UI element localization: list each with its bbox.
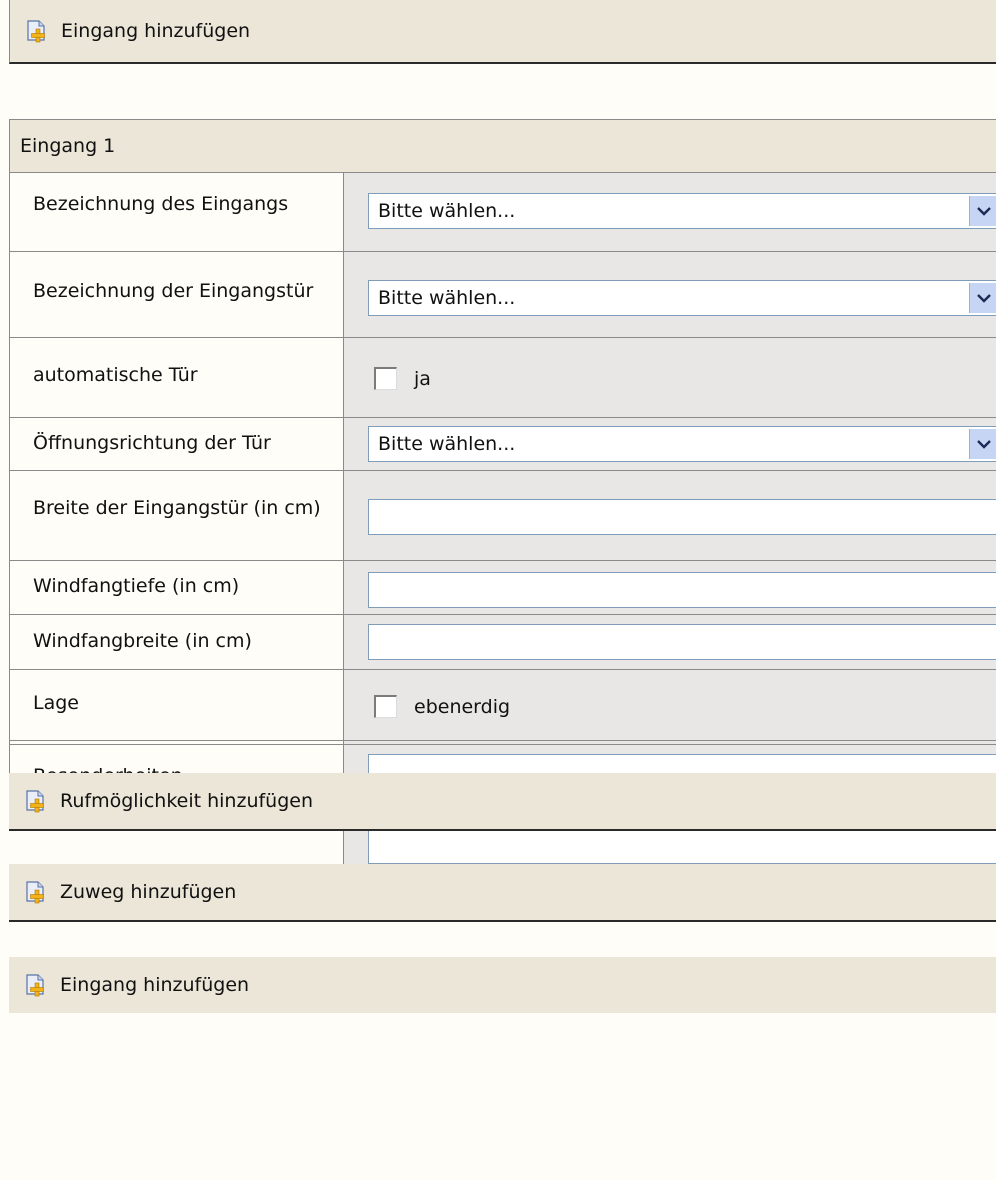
add-rufmoeglichkeit-label: Rufmöglichkeit hinzufügen [60, 789, 314, 812]
label-breite: Breite der Eingangstür (in cm) [10, 471, 344, 560]
label-oeffnungsrichtung: Öffnungsrichtung der Tür [10, 418, 344, 470]
add-document-icon [24, 789, 48, 813]
add-entrance-label: Eingang hinzufügen [60, 973, 250, 996]
row-windfangtiefe: Windfangtiefe (in cm) [10, 561, 996, 615]
checkbox-ebenerdig[interactable] [374, 695, 397, 718]
row-bezeichnung-tuer: Bezeichnung der Eingangstür Bitte wählen… [10, 252, 996, 338]
label-bezeichnung-eingang: Bezeichnung des Eingangs [10, 173, 344, 251]
row-lage: Lage ebenerdig [10, 670, 996, 741]
checkbox-label-ja: ja [414, 367, 431, 390]
row-windfangbreite: Windfangbreite (in cm) [10, 615, 996, 670]
select-value: Bitte wählen... [378, 200, 516, 222]
input-breite[interactable] [368, 499, 996, 535]
section-bottom-divider [9, 744, 996, 745]
add-entrance-button-top[interactable]: Eingang hinzufügen [9, 0, 996, 64]
add-entrance-button-bottom[interactable]: Eingang hinzufügen [9, 957, 996, 1013]
checkbox-label-ebenerdig: ebenerdig [414, 695, 511, 718]
chevron-down-icon[interactable] [969, 429, 996, 459]
section-title: Eingang 1 [10, 120, 996, 173]
select-bezeichnung-eingang[interactable]: Bitte wählen... [368, 193, 996, 229]
select-bezeichnung-tuer[interactable]: Bitte wählen... [368, 280, 996, 316]
select-value: Bitte wählen... [378, 287, 516, 309]
add-document-icon [24, 973, 48, 997]
add-document-icon [24, 880, 48, 904]
entrance-section: Eingang 1 Bezeichnung des Eingangs Bitte… [9, 119, 996, 878]
input-windfangtiefe[interactable] [368, 572, 996, 608]
checkbox-automatische-tuer[interactable] [374, 367, 397, 390]
label-lage: Lage [10, 670, 344, 740]
chevron-down-icon[interactable] [969, 196, 996, 226]
label-windfangtiefe: Windfangtiefe (in cm) [10, 561, 344, 614]
chevron-down-icon[interactable] [969, 283, 996, 313]
add-entrance-label: Eingang hinzufügen [61, 19, 251, 42]
add-zuweg-label: Zuweg hinzufügen [60, 880, 237, 903]
row-bezeichnung-eingang: Bezeichnung des Eingangs Bitte wählen... [10, 173, 996, 252]
add-zuweg-button[interactable]: Zuweg hinzufügen [9, 864, 996, 922]
select-oeffnungsrichtung[interactable]: Bitte wählen... [368, 426, 996, 462]
label-windfangbreite: Windfangbreite (in cm) [10, 615, 344, 669]
input-windfangbreite[interactable] [368, 624, 996, 660]
row-breite: Breite der Eingangstür (in cm) [10, 471, 996, 561]
row-automatische-tuer: automatische Tür ja [10, 338, 996, 418]
select-value: Bitte wählen... [378, 433, 516, 455]
row-oeffnungsrichtung: Öffnungsrichtung der Tür Bitte wählen... [10, 418, 996, 471]
add-rufmoeglichkeit-button[interactable]: Rufmöglichkeit hinzufügen [9, 773, 996, 831]
label-bezeichnung-tuer: Bezeichnung der Eingangstür [10, 252, 344, 337]
add-document-icon [25, 19, 49, 43]
label-automatische-tuer: automatische Tür [10, 338, 344, 417]
